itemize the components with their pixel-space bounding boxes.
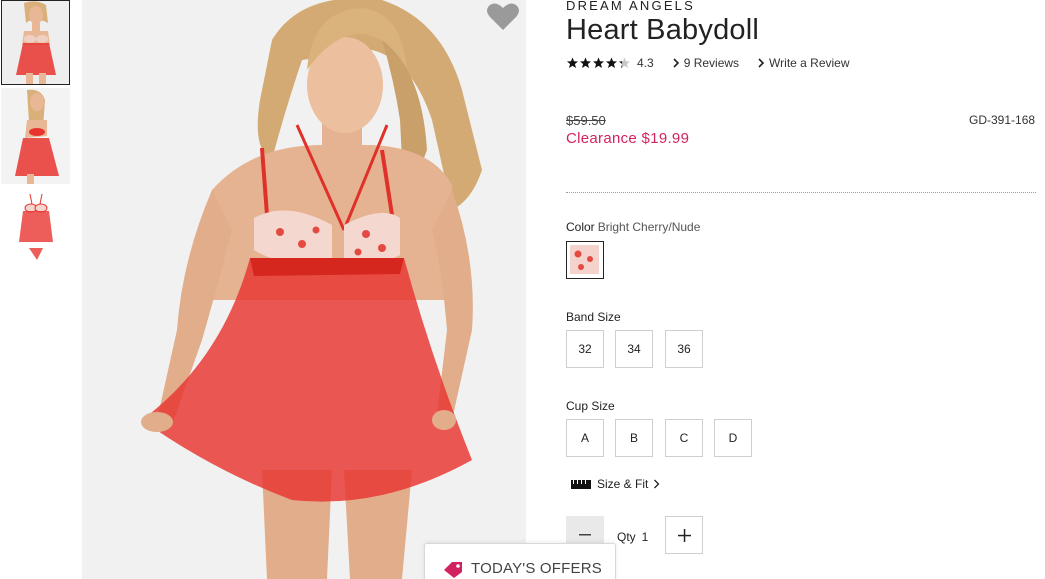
cup-size-option[interactable]: C — [665, 419, 703, 457]
band-size-option[interactable]: 34 — [615, 330, 653, 368]
todays-offers-label: TODAY'S OFFERS — [471, 560, 602, 577]
thumbnail-front[interactable] — [1, 0, 70, 85]
write-review-link[interactable]: Write a Review — [757, 56, 850, 70]
ruler-icon — [571, 479, 591, 489]
color-label-text: Color — [566, 220, 595, 234]
band-size-option[interactable]: 32 — [566, 330, 604, 368]
minus-icon — [579, 534, 591, 536]
original-price: $59.50 — [566, 113, 606, 128]
cup-size-option[interactable]: D — [714, 419, 752, 457]
cup-size-option[interactable]: A — [566, 419, 604, 457]
rating-value: 4.3 — [637, 56, 654, 70]
cup-size-option[interactable]: B — [615, 419, 653, 457]
star-icon — [580, 57, 591, 68]
section-divider — [566, 192, 1036, 193]
size-fit-label: Size & Fit — [597, 477, 649, 491]
color-swatch-bright-cherry-nude[interactable] — [566, 241, 604, 279]
chevron-right-icon — [758, 58, 765, 68]
reviews-link-label: 9 Reviews — [683, 56, 740, 70]
product-rating: 4.3 9 Reviews Write a Review — [566, 54, 850, 72]
plus-icon — [677, 528, 691, 542]
todays-offers-tab[interactable]: TODAY'S OFFERS — [424, 543, 616, 579]
cup-size-label: Cup Size — [566, 399, 615, 413]
quantity-display: Qty 1 — [617, 530, 648, 544]
band-size-option[interactable]: 36 — [665, 330, 703, 368]
selected-color: Bright Cherry/Nude — [597, 220, 701, 234]
quantity-increase-button[interactable] — [665, 516, 703, 554]
quantity-label: Qty — [617, 530, 636, 544]
tag-icon — [444, 562, 462, 578]
color-label: Color Bright Cherry/Nude — [566, 220, 700, 234]
band-size-label: Band Size — [566, 310, 621, 324]
product-sku: GD-391-168 — [969, 113, 1036, 127]
star-icon — [619, 57, 630, 68]
product-main-image — [82, 0, 526, 579]
star-icon — [593, 57, 604, 68]
chevron-right-icon — [654, 479, 660, 489]
write-review-label: Write a Review — [769, 56, 850, 70]
thumbnail-flat[interactable] — [1, 190, 70, 270]
reviews-link[interactable]: 9 Reviews — [672, 56, 739, 70]
product-brand: DREAM ANGELS — [566, 0, 695, 13]
size-fit-link[interactable]: Size & Fit — [571, 477, 660, 491]
product-title: Heart Babydoll — [566, 14, 760, 46]
quantity-value: 1 — [641, 530, 649, 544]
thumbnail-back[interactable] — [1, 88, 70, 184]
rating-stars — [566, 57, 631, 69]
star-icon — [606, 57, 617, 68]
chevron-right-icon — [673, 58, 679, 68]
sale-price: Clearance $19.99 — [566, 130, 690, 147]
star-icon — [567, 57, 578, 68]
heart-icon[interactable] — [486, 2, 520, 32]
